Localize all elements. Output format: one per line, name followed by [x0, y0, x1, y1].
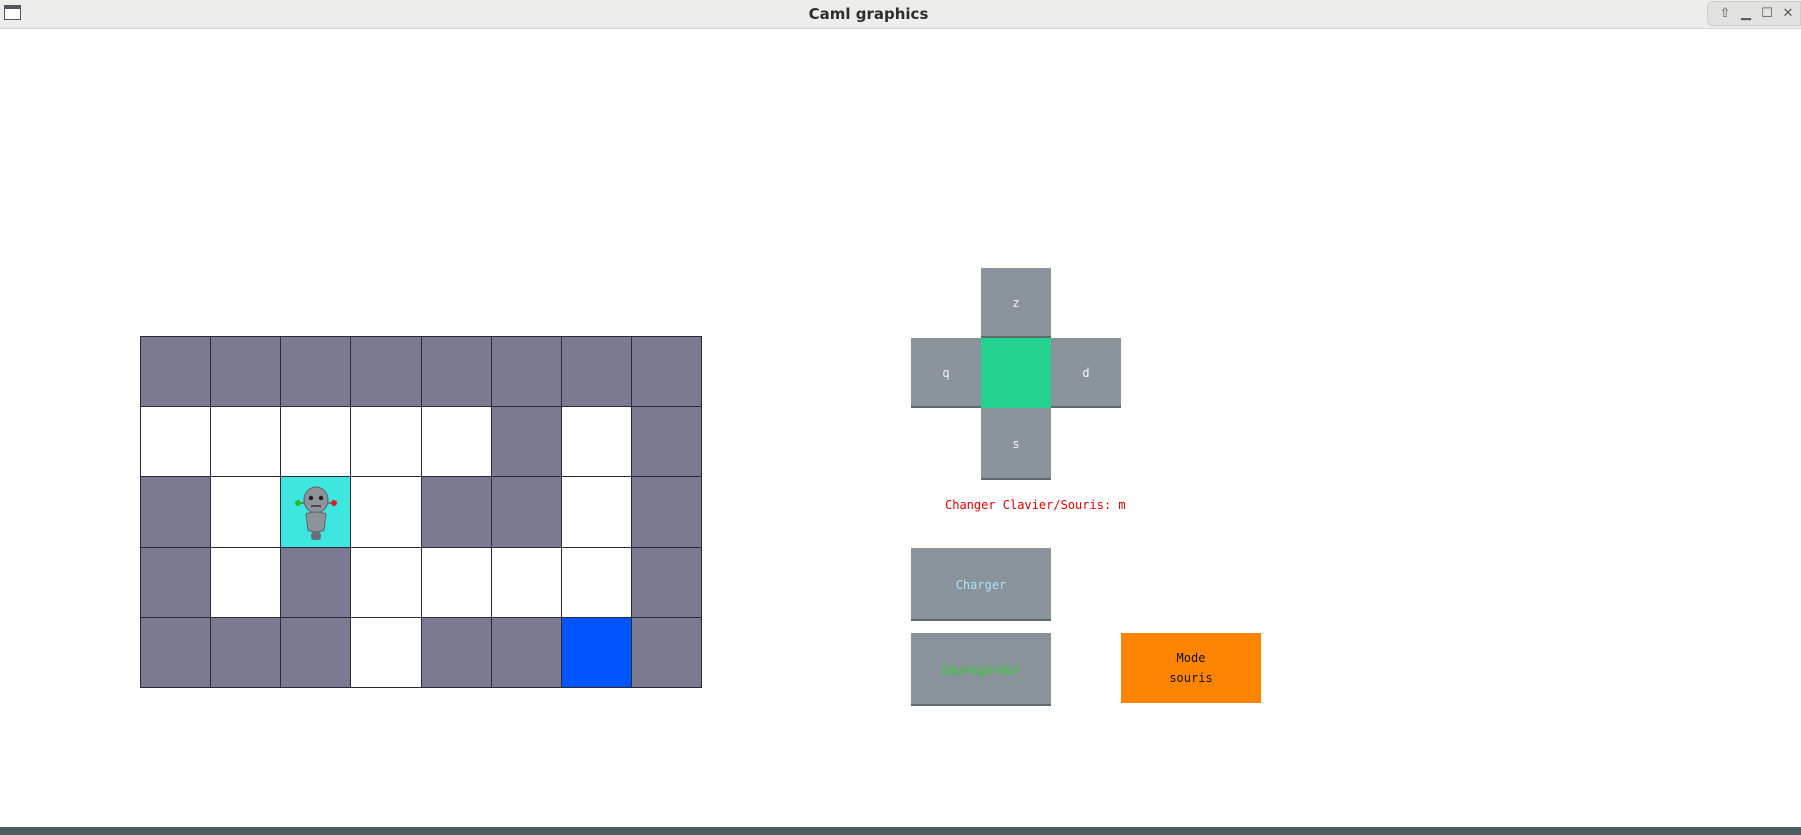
maze-wall-cell[interactable]: [281, 617, 351, 687]
maze-wall-cell[interactable]: [491, 617, 561, 687]
maze-wall-cell[interactable]: [211, 337, 281, 407]
maze-floor-cell[interactable]: [561, 477, 631, 547]
maze-wall-cell[interactable]: [631, 617, 701, 687]
maze-goal-cell[interactable]: [561, 617, 631, 687]
dpad-center: [981, 338, 1051, 408]
window-controls: ⇧ ▁ ☐ ✕: [1707, 1, 1801, 26]
save-button[interactable]: Sauvegarder: [911, 633, 1051, 706]
mode-value: souris: [1169, 671, 1213, 685]
maze-wall-cell[interactable]: [141, 617, 211, 687]
close-icon[interactable]: ✕: [1779, 5, 1797, 23]
title-bar: Caml graphics ⇧ ▁ ☐ ✕: [0, 0, 1801, 29]
dpad-left-button[interactable]: q: [911, 338, 981, 408]
mode-indicator[interactable]: Mode souris: [1121, 633, 1261, 703]
maze-floor-cell[interactable]: [351, 477, 421, 547]
maze-floor-cell[interactable]: [421, 547, 491, 617]
maze-wall-cell[interactable]: [211, 617, 281, 687]
maze-wall-cell[interactable]: [141, 477, 211, 547]
maze-wall-cell[interactable]: [141, 337, 211, 407]
maze-floor-cell[interactable]: [211, 477, 281, 547]
maze-floor-cell[interactable]: [351, 547, 421, 617]
maze-floor-cell[interactable]: [351, 617, 421, 687]
robot-player-icon: [294, 486, 337, 540]
load-button[interactable]: Charger: [911, 548, 1051, 621]
maze-floor-cell[interactable]: [211, 547, 281, 617]
maze-wall-cell[interactable]: [141, 547, 211, 617]
maze-floor-cell[interactable]: [281, 407, 351, 477]
maze-wall-cell[interactable]: [491, 477, 561, 547]
maze-wall-cell[interactable]: [491, 337, 561, 407]
maze-wall-cell[interactable]: [631, 407, 701, 477]
maze-player-cell[interactable]: [281, 477, 351, 547]
maze-wall-cell[interactable]: [421, 617, 491, 687]
bottom-edge: [0, 827, 1801, 835]
maze-floor-cell[interactable]: [561, 407, 631, 477]
maze-wall-cell[interactable]: [351, 337, 421, 407]
maze-floor-cell[interactable]: [491, 547, 561, 617]
mode-switch-hint: Changer Clavier/Souris: m: [945, 498, 1126, 512]
maze-wall-cell[interactable]: [631, 477, 701, 547]
dpad-down-button[interactable]: s: [981, 408, 1051, 480]
maze-wall-cell[interactable]: [421, 337, 491, 407]
maze-floor-cell[interactable]: [141, 407, 211, 477]
dpad-up-button[interactable]: z: [981, 268, 1051, 338]
maze-wall-cell[interactable]: [491, 407, 561, 477]
maze-floor-cell[interactable]: [211, 407, 281, 477]
maze-wall-cell[interactable]: [561, 337, 631, 407]
window-title: Caml graphics: [808, 5, 929, 23]
maze-grid[interactable]: [140, 336, 702, 688]
maze-wall-cell[interactable]: [421, 477, 491, 547]
maze-floor-cell[interactable]: [351, 407, 421, 477]
minimize-icon[interactable]: ▁: [1737, 5, 1755, 23]
maze-wall-cell[interactable]: [631, 547, 701, 617]
maze-floor-cell[interactable]: [421, 407, 491, 477]
maze-wall-cell[interactable]: [281, 547, 351, 617]
maze-wall-cell[interactable]: [281, 337, 351, 407]
up-arrow-icon[interactable]: ⇧: [1716, 5, 1734, 23]
mode-label: Mode: [1176, 651, 1206, 665]
maze-floor-cell[interactable]: [561, 547, 631, 617]
dpad-right-button[interactable]: d: [1051, 338, 1121, 408]
maximize-icon[interactable]: ☐: [1758, 5, 1776, 23]
maze-wall-cell[interactable]: [631, 337, 701, 407]
